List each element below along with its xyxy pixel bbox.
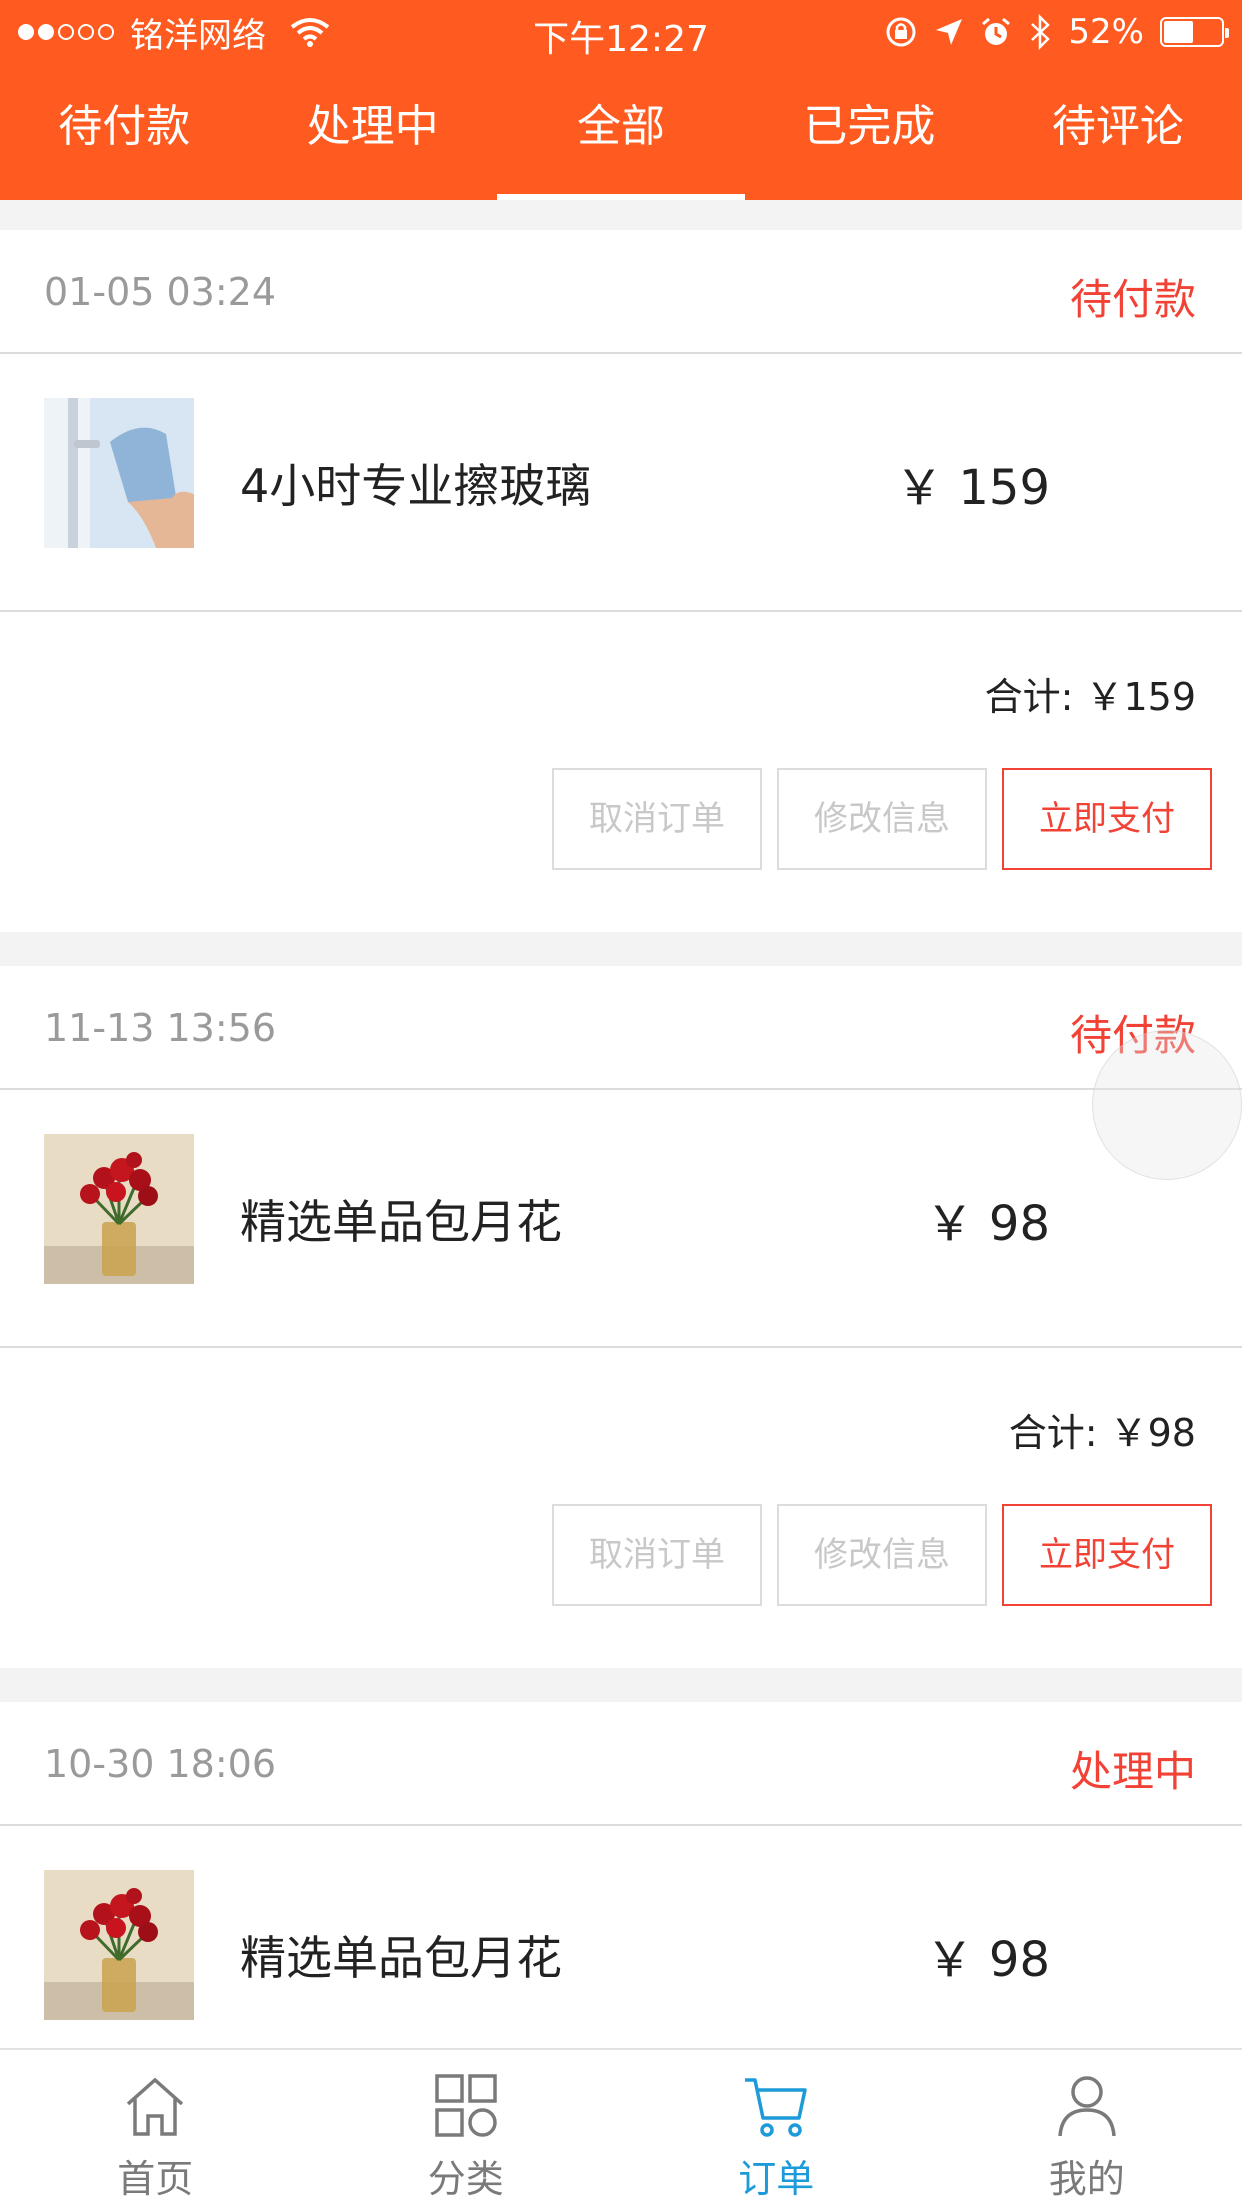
nav-profile[interactable]: 我的 <box>932 2050 1242 2208</box>
status-right: 52% <box>884 12 1229 52</box>
flower-bouquet-image <box>44 1870 194 2020</box>
order-total: 合计: ￥98 <box>1008 1411 1196 1455</box>
nav-label: 分类 <box>427 2157 504 2201</box>
item-price: ￥ 98 <box>925 1196 1050 1252</box>
assistive-touch-button[interactable] <box>1092 1030 1242 1180</box>
pay-now-button[interactable]: 立即支付 <box>1002 1504 1212 1606</box>
grid-icon <box>435 2074 497 2137</box>
order-header: 01-05 03:24 待付款 <box>0 230 1242 354</box>
item-name: 精选单品包月花 <box>240 1195 562 1249</box>
order-item[interactable]: 精选单品包月花 ￥ 98 <box>0 1090 1242 1348</box>
order-date: 01-05 03:24 <box>44 270 277 314</box>
item-name: 精选单品包月花 <box>240 1931 562 1985</box>
battery-icon <box>1160 17 1229 47</box>
cart-icon <box>745 2078 807 2137</box>
nav-label: 我的 <box>1048 2157 1125 2201</box>
nav-category[interactable]: 分类 <box>311 2050 622 2208</box>
order-date: 10-30 18:06 <box>44 1742 277 1786</box>
rotation-lock-icon <box>886 17 916 47</box>
modify-info-button[interactable]: 修改信息 <box>777 768 987 870</box>
item-price: ￥ 98 <box>925 1932 1050 1988</box>
tab-pending-payment[interactable]: 待付款 <box>0 62 248 200</box>
order-date: 11-13 13:56 <box>44 1006 277 1050</box>
home-icon <box>127 2077 184 2136</box>
cancel-order-button[interactable]: 取消订单 <box>552 1504 762 1606</box>
pay-now-button[interactable]: 立即支付 <box>1002 768 1212 870</box>
bottom-nav: 首页 分类 订单 我的 <box>0 2048 1242 2208</box>
flower-bouquet-image <box>44 1134 194 1284</box>
nav-orders[interactable]: 订单 <box>621 2050 932 2208</box>
item-name: 4小时专业擦玻璃 <box>240 459 592 513</box>
status-bar: 铭洋网络 下午12:27 52% <box>0 0 1242 62</box>
tab-all[interactable]: 全部 <box>496 62 746 200</box>
header: 铭洋网络 下午12:27 52% 待付款 处理中 全部 已完成 待评论 <box>0 0 1242 200</box>
nav-label: 订单 <box>738 2157 815 2201</box>
tab-completed[interactable]: 已完成 <box>745 62 993 200</box>
order-item[interactable]: 4小时专业擦玻璃 ￥ 159 <box>0 354 1242 612</box>
tab-pending-review[interactable]: 待评论 <box>994 62 1242 200</box>
alarm-icon <box>982 17 1011 45</box>
order-status: 待付款 <box>1069 275 1196 324</box>
order-tabs: 待付款 处理中 全部 已完成 待评论 <box>0 62 1242 200</box>
location-arrow-icon <box>936 19 963 45</box>
tab-processing[interactable]: 处理中 <box>248 62 496 200</box>
order-total: 合计: ￥159 <box>984 675 1196 719</box>
order-card: 10-30 18:06 处理中 精选单品包月花 ￥ 98 <box>0 1702 1242 2084</box>
cancel-order-button[interactable]: 取消订单 <box>552 768 762 870</box>
order-item[interactable]: 精选单品包月花 ￥ 98 <box>0 1826 1242 2084</box>
nav-home[interactable]: 首页 <box>0 2050 311 2208</box>
order-card: 11-13 13:56 待付款 精选单品包月花 ￥ 98 合计: ￥98 取消订… <box>0 966 1242 1668</box>
order-footer: 合计: ￥98 取消订单 修改信息 立即支付 <box>0 1348 1242 1668</box>
window-cleaning-image <box>44 398 194 548</box>
order-header: 11-13 13:56 待付款 <box>0 966 1242 1090</box>
order-card: 01-05 03:24 待付款 4小时专业擦玻璃 ￥ 159 合计: ￥159 … <box>0 230 1242 932</box>
order-footer: 合计: ￥159 取消订单 修改信息 立即支付 <box>0 612 1242 932</box>
bluetooth-icon <box>1031 14 1051 50</box>
nav-label: 首页 <box>117 2157 194 2201</box>
order-status: 处理中 <box>1069 1747 1196 1796</box>
modify-info-button[interactable]: 修改信息 <box>777 1504 987 1606</box>
item-price: ￥ 159 <box>895 460 1050 516</box>
battery-percent: 52% <box>1068 12 1144 52</box>
order-header: 10-30 18:06 处理中 <box>0 1702 1242 1826</box>
user-icon <box>1058 2076 1116 2137</box>
